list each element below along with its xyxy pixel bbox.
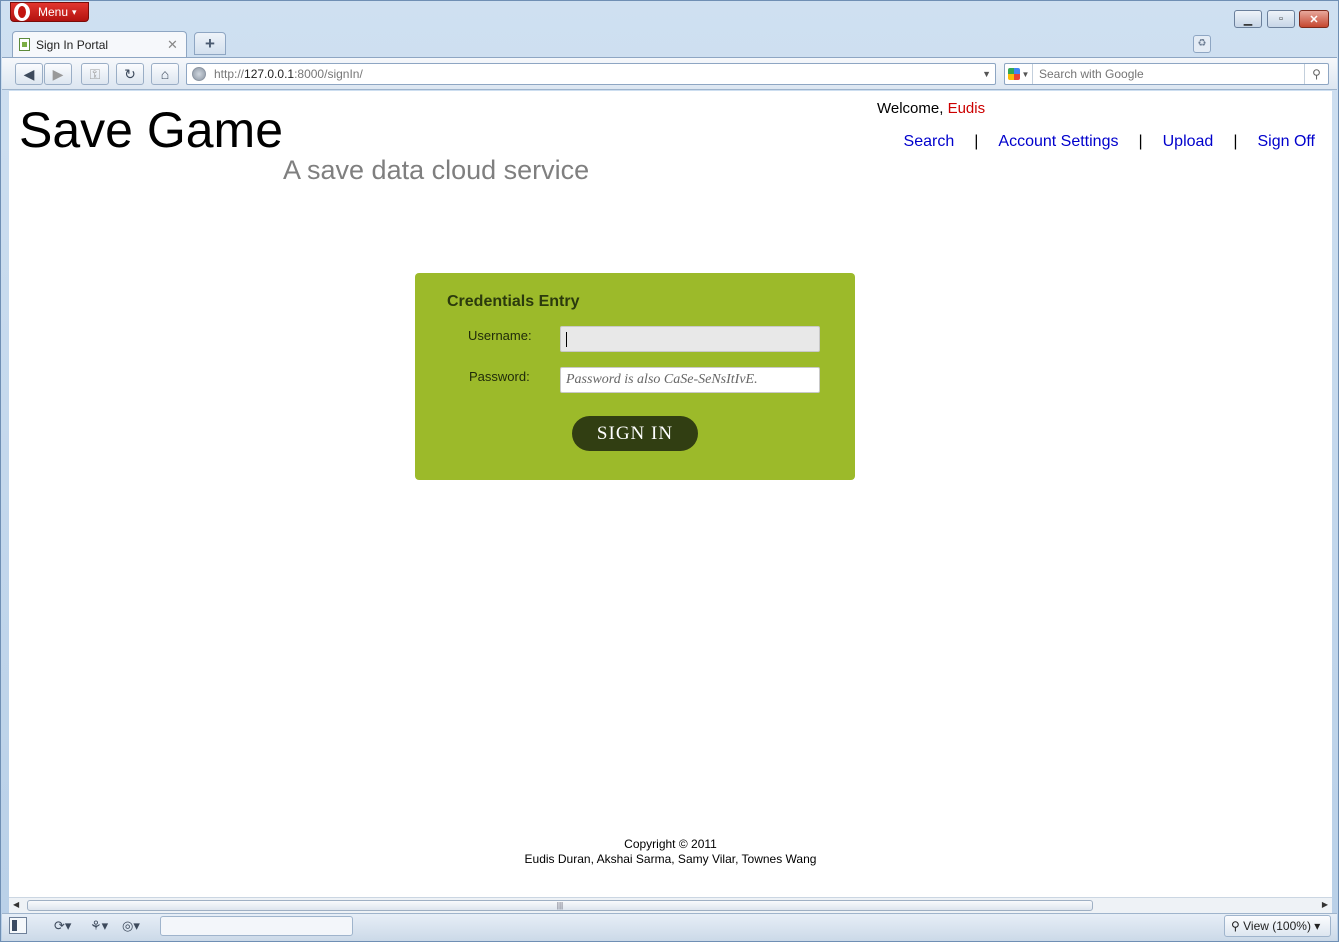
url-scheme: http://	[214, 67, 245, 81]
username-field[interactable]	[560, 326, 820, 352]
credentials-heading: Credentials Entry	[447, 293, 580, 310]
url-host: 127.0.0.1	[244, 67, 295, 81]
site-subtitle: A save data cloud service	[283, 155, 590, 185]
site-title: Save Game	[19, 102, 284, 158]
unite-icon[interactable]: ⚘▾	[90, 918, 108, 934]
tab-title: Sign In Portal	[36, 37, 109, 52]
scrollbar-thumb[interactable]: |||	[27, 900, 1093, 911]
opera-menu-button[interactable]: Menu ▾	[10, 2, 89, 22]
page-viewport: Save Game A save data cloud service Welc…	[9, 91, 1332, 897]
copyright-text: Copyright © 2011	[624, 837, 717, 851]
welcome-username: Eudis	[947, 100, 986, 117]
search-icon[interactable]: ⚲	[1304, 64, 1328, 84]
reload-icon: ↻	[124, 65, 136, 82]
status-message-field	[160, 916, 353, 936]
search-input[interactable]	[1039, 67, 1289, 81]
globe-icon	[192, 67, 206, 81]
turbo-icon[interactable]: ◎▾	[122, 918, 140, 934]
forward-button[interactable]: ▶	[44, 63, 72, 85]
tab-sign-in-portal[interactable]: Sign In Portal ✕	[12, 31, 187, 57]
zoom-label: View (100%)	[1243, 919, 1311, 933]
page-icon	[19, 38, 30, 51]
credentials-panel: Credentials Entry Username: Password: Pa…	[415, 273, 855, 480]
password-label: Password:	[469, 369, 530, 384]
nav-upload-link[interactable]: Upload	[1163, 133, 1214, 151]
forward-arrow-icon: ▶	[52, 65, 64, 82]
wand-button[interactable]: ⚿	[81, 63, 109, 85]
top-nav: Search | Account Settings | Upload | Sig…	[904, 133, 1315, 151]
welcome-prefix: Welcome,	[877, 100, 948, 117]
nav-sign-off-link[interactable]: Sign Off	[1257, 133, 1315, 151]
address-bar[interactable]: http:// 127.0.0.1 :8000/signIn/ ▼	[186, 63, 996, 85]
back-arrow-icon: ◀	[23, 65, 35, 82]
sync-icon[interactable]: ⟳▾	[54, 918, 71, 934]
password-placeholder: Password is also CaSe-SeNsItIvE.	[566, 372, 758, 387]
scroll-left-icon[interactable]: ◀	[13, 900, 19, 909]
home-button[interactable]: ⌂	[151, 63, 179, 85]
text-caret	[566, 332, 567, 347]
key-icon: ⚿	[89, 65, 101, 82]
nav-account-settings-link[interactable]: Account Settings	[998, 133, 1118, 151]
address-dropdown-icon[interactable]: ▼	[982, 69, 991, 79]
sign-in-button[interactable]: SIGN IN	[572, 416, 698, 451]
username-label: Username:	[468, 328, 532, 343]
authors-text: Eudis Duran, Akshai Sarma, Samy Vilar, T…	[524, 852, 817, 866]
minimize-button[interactable]: ▁	[1234, 10, 1262, 28]
panel-toggle-icon[interactable]	[9, 917, 27, 934]
navigation-toolbar: ◀ ▶ ⚿ ↻ ⌂ http:// 127.0.0.1 :8000/signIn…	[2, 57, 1337, 90]
opera-logo-icon	[14, 3, 30, 21]
back-button[interactable]: ◀	[15, 63, 43, 85]
url-path: :8000/signIn/	[294, 67, 363, 81]
menu-label: Menu	[38, 5, 69, 19]
search-box[interactable]: ▼ ⚲	[1004, 63, 1329, 85]
nav-separator: |	[1138, 133, 1143, 150]
horizontal-scrollbar[interactable]: ◀ ||| ▶	[9, 897, 1332, 913]
tab-close-icon[interactable]: ✕	[167, 37, 181, 53]
welcome-message: Welcome, Eudis	[877, 100, 985, 117]
nav-separator: |	[974, 133, 979, 150]
new-tab-button[interactable]: +	[194, 32, 226, 55]
trash-icon[interactable]: ♻	[1193, 35, 1211, 53]
maximize-button[interactable]: ▫	[1267, 10, 1295, 28]
reload-button[interactable]: ↻	[116, 63, 144, 85]
page-footer: Copyright © 2011 Eudis Duran, Akshai Sar…	[9, 837, 1332, 867]
chevron-down-icon: ▾	[72, 6, 77, 17]
home-icon: ⌂	[160, 66, 170, 82]
browser-window: Menu ▾ ▁ ▫ ✕ Sign In Portal ✕ + ♻ ◀ ▶ ⚿ …	[0, 0, 1339, 942]
scroll-right-icon[interactable]: ▶	[1322, 900, 1328, 909]
google-search-engine-icon[interactable]: ▼	[1005, 64, 1033, 84]
zoom-icon: ⚲	[1231, 919, 1244, 933]
chevron-down-icon: ▾	[1310, 919, 1321, 933]
nav-separator: |	[1233, 133, 1238, 150]
status-bar: ⟳▾ ⚘▾ ◎▾ ⚲ View (100%) ▾	[2, 913, 1337, 941]
password-field[interactable]: Password is also CaSe-SeNsItIvE.	[560, 367, 820, 393]
close-window-button[interactable]: ✕	[1299, 10, 1329, 28]
zoom-control[interactable]: ⚲ View (100%) ▾	[1224, 915, 1331, 937]
nav-search-link[interactable]: Search	[904, 133, 955, 151]
